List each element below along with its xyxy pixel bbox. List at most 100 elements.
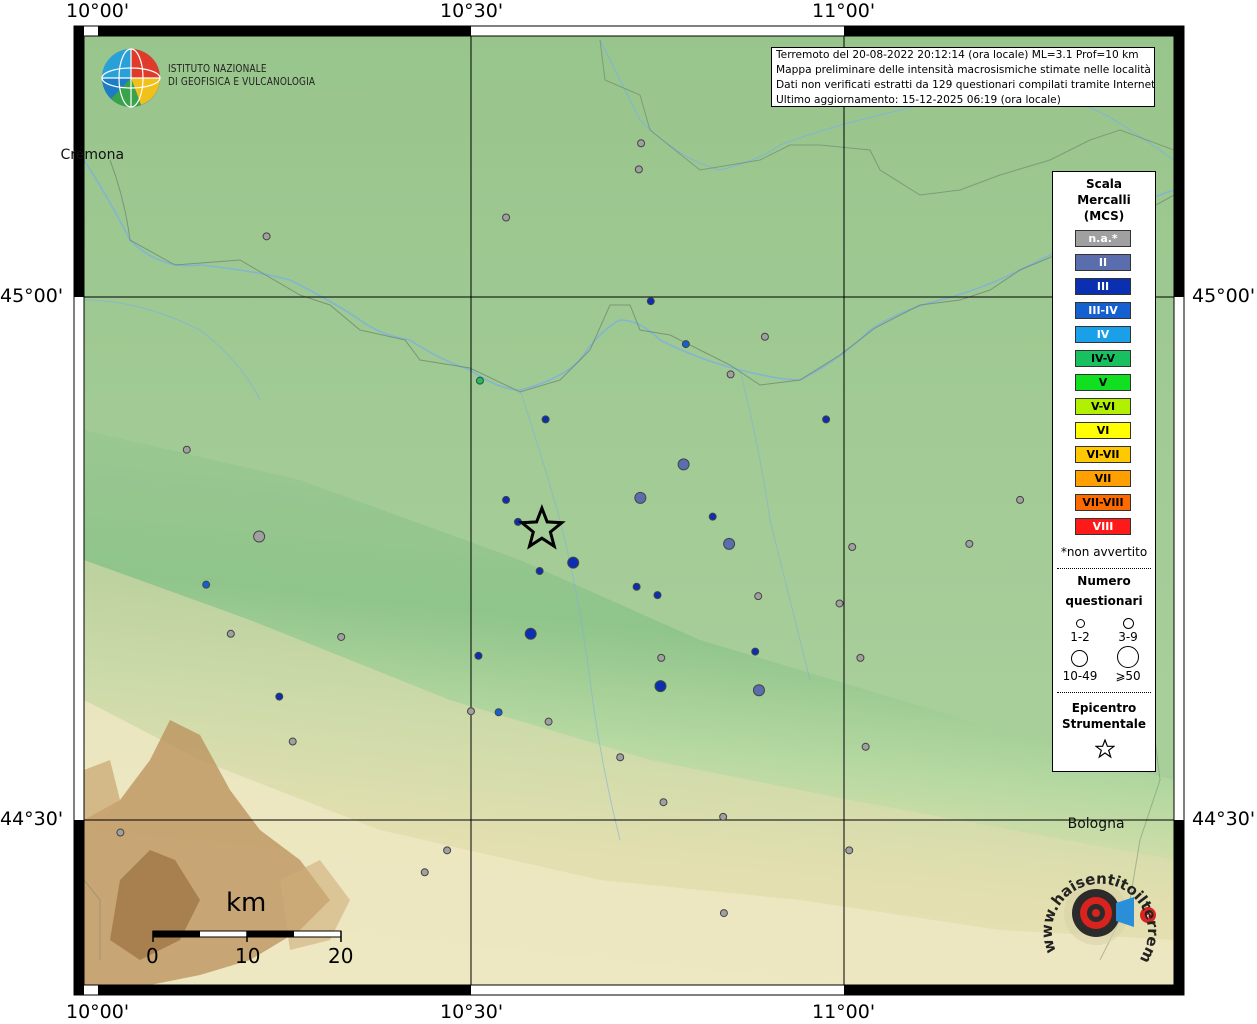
svg-text:www.haisentitoilterremoto.it: www.haisentitoilterremoto.it [1030, 845, 1162, 966]
observation-point[interactable] [541, 415, 550, 424]
observation-point[interactable] [751, 647, 760, 656]
legend-title-line1: Scala [1085, 177, 1123, 191]
legend-swatch-iii-iv: III-IV [1075, 302, 1131, 319]
observation-point[interactable] [226, 629, 235, 638]
lon-label-11-00-top: 11°00' [812, 0, 876, 22]
ingv-name-line2: DI GEOFISICA E VULCANOLOGIA [168, 76, 316, 88]
observation-point[interactable] [760, 332, 769, 341]
legend-swatch-vi: VI [1075, 422, 1131, 439]
size-label-50-plus: ⩾50 [1115, 669, 1141, 683]
observation-point[interactable] [677, 458, 690, 471]
legend-swatch-iv: IV [1075, 326, 1131, 343]
size-circle-3-9 [1123, 618, 1134, 629]
observation-point[interactable] [524, 627, 537, 640]
observation-point[interactable] [822, 415, 831, 424]
observation-point[interactable] [443, 846, 452, 855]
observation-point[interactable] [535, 567, 544, 576]
observation-point[interactable] [634, 165, 643, 174]
legend-swatch-v: V [1075, 374, 1131, 391]
observation-point[interactable] [848, 542, 857, 551]
observation-point[interactable] [253, 530, 266, 543]
observation-point[interactable] [202, 580, 211, 589]
observation-point[interactable] [708, 512, 717, 521]
observation-point[interactable] [657, 653, 666, 662]
observation-point[interactable] [845, 846, 854, 855]
observation-point[interactable] [681, 340, 690, 349]
legend-separator [1057, 692, 1151, 693]
observation-point[interactable] [262, 232, 271, 241]
legend-swatch-ii: II [1075, 254, 1131, 271]
observation-point[interactable] [494, 708, 503, 717]
lat-label-45-00-left: 45°00' [0, 285, 64, 307]
observation-point[interactable] [567, 556, 580, 569]
lon-label-11-00-bottom: 11°00' [812, 1001, 876, 1023]
size-label-10-49: 10-49 [1062, 669, 1098, 683]
size-label-1-2: 1-2 [1070, 630, 1090, 644]
map-area[interactable] [84, 36, 1174, 985]
legend-swatch-vii-viii: VII-VIII [1075, 494, 1131, 511]
observation-point[interactable] [544, 717, 553, 726]
observation-point[interactable] [275, 692, 284, 701]
observation-point[interactable] [723, 537, 736, 550]
observation-point[interactable] [475, 376, 484, 385]
lon-label-10-30-top: 10°30' [440, 0, 504, 22]
info-line-updated: Ultimo aggiornamento: 15-12-2025 06:19 (… [776, 94, 1061, 106]
info-line-event: Terremoto del 20-08-2022 20:12:14 (ora l… [776, 49, 1139, 61]
observation-point[interactable] [116, 828, 125, 837]
legend: Scala Mercalli (MCS) n.a.* II III III-IV IV I… [1052, 171, 1156, 772]
observation-point[interactable] [637, 139, 646, 148]
observation-point[interactable] [965, 539, 974, 548]
ingv-globe-icon [101, 48, 161, 108]
legend-count-title-line2: questionari [1065, 594, 1143, 608]
observation-point[interactable] [646, 297, 655, 306]
observation-point[interactable] [719, 812, 728, 821]
observation-point[interactable] [654, 680, 667, 693]
hsit-logo-text: www.haisentitoilterremoto.it [1030, 845, 1162, 966]
observation-point[interactable] [288, 737, 297, 746]
size-circle-50-plus [1117, 646, 1139, 668]
observation-point[interactable] [653, 591, 662, 600]
observation-point[interactable] [659, 798, 668, 807]
observation-point[interactable] [719, 909, 728, 918]
observation-point[interactable] [337, 632, 346, 641]
observation-point[interactable] [467, 707, 475, 716]
observation-point[interactable] [861, 742, 870, 751]
observation-point[interactable] [474, 651, 483, 660]
observation-point[interactable] [182, 445, 191, 454]
observation-point[interactable] [502, 213, 511, 222]
legend-swatch-iii: III [1075, 278, 1131, 295]
lat-label-45-00-right: 45°00' [1192, 285, 1256, 307]
observation-point[interactable] [856, 653, 865, 662]
info-line-map: Mappa preliminare delle intensità macros… [776, 64, 1151, 76]
observation-point[interactable] [752, 684, 765, 697]
legend-not-felt-note: *non avvertito [1060, 545, 1148, 559]
scalebar-label-20: 20 [328, 944, 354, 968]
lon-label-10-30-bottom: 10°30' [440, 1001, 504, 1023]
observation-point[interactable] [754, 592, 763, 601]
lon-label-10-00-bottom: 10°00' [66, 1001, 130, 1023]
observation-point[interactable] [726, 370, 735, 379]
observation-point[interactable] [616, 753, 625, 762]
legend-separator [1057, 568, 1151, 569]
observation-point[interactable] [634, 491, 647, 504]
legend-swatch-vii: VII [1075, 470, 1131, 487]
observation-point[interactable] [502, 495, 511, 504]
legend-epicenter-line2: Strumentale [1061, 717, 1147, 731]
legend-swatch-n-a: n.a.* [1075, 230, 1131, 247]
observation-point[interactable] [835, 599, 844, 608]
legend-swatch-v-vi: V-VI [1075, 398, 1131, 415]
lon-label-10-00-top: 10°00' [66, 0, 130, 22]
place-label: Cremona [60, 146, 125, 163]
ingv-name: ISTITUTO NAZIONALE DI GEOFISICA E VULCAN… [168, 63, 315, 89]
size-circle-10-49 [1071, 650, 1088, 667]
observation-point[interactable] [632, 582, 641, 591]
scalebar-unit: km [226, 888, 267, 918]
scalebar-label-10: 10 [235, 944, 261, 968]
legend-count-title-line1: Numero [1077, 574, 1131, 588]
observation-point[interactable] [1016, 495, 1025, 504]
lat-label-44-30-left: 44°30' [0, 808, 64, 830]
observation-point[interactable] [420, 868, 429, 877]
scalebar-label-0: 0 [146, 944, 159, 968]
legend-title-line2: Mercalli [1077, 193, 1131, 207]
legend-epicenter-line1: Epicentro [1071, 701, 1137, 715]
